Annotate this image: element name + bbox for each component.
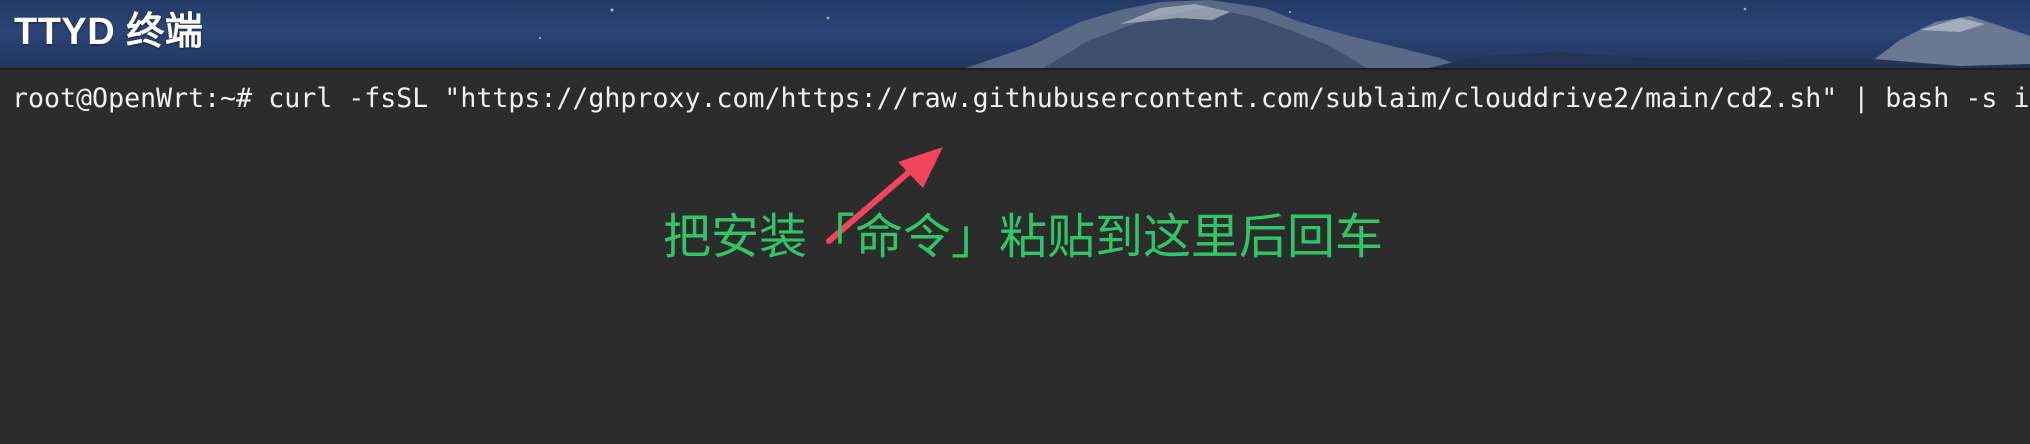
annotation-text: 把安装「命令」粘贴到这里后回车 [663, 209, 1384, 265]
ttyd-window: TTYD 终端 root@OpenWrt:~# curl -fsSL "http… [0, 0, 2030, 444]
